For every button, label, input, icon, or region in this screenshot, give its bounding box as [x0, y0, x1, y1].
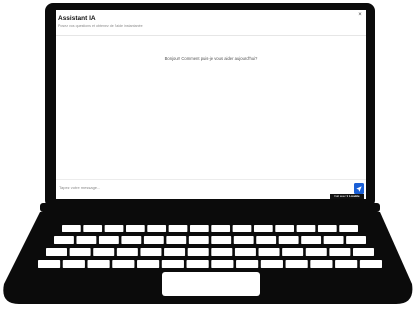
chat-messages: Bonjour! Comment puis-je vous aider aujo… [56, 36, 366, 176]
composer [56, 179, 366, 196]
close-icon: × [358, 12, 362, 18]
keyboard-key [317, 225, 337, 232]
chat-header: Assistant IA Posez vos questions et obte… [56, 10, 366, 36]
assistant-welcome-message: Bonjour! Comment puis-je vous aider aujo… [164, 56, 258, 61]
message-input[interactable] [57, 182, 346, 193]
keyboard-key [186, 260, 209, 268]
keyboard-key [147, 225, 167, 232]
keyboard-key [140, 248, 162, 256]
keyboard-key [323, 236, 344, 244]
keyboard-key [69, 248, 91, 256]
keyboard-key [211, 236, 232, 244]
keyboard-key [137, 260, 160, 268]
keyboard-key [211, 260, 234, 268]
keyboard-key [104, 225, 124, 232]
keyboard-key [116, 248, 138, 256]
keyboard-key [98, 236, 119, 244]
keyboard-key [232, 225, 252, 232]
keyboard-key [234, 248, 256, 256]
keyboard-key [161, 260, 184, 268]
keyboard-key [260, 260, 283, 268]
keyboard-key [143, 236, 164, 244]
keyboard-key [359, 260, 382, 268]
keyboard-key [256, 236, 277, 244]
badge-prefix: Fait avec [334, 194, 346, 198]
keyboard-key [329, 248, 351, 256]
keyboard-key [62, 225, 81, 232]
keyboard-key [38, 260, 61, 268]
keyboard-key [211, 248, 233, 256]
keyboard-key [253, 225, 273, 232]
heart-icon: ♥ [346, 194, 349, 198]
keyboard-key [188, 236, 209, 244]
send-button[interactable] [354, 183, 364, 194]
keyboard-key [339, 225, 358, 232]
send-icon [356, 185, 362, 192]
keyboard-key [211, 225, 231, 232]
keyboard-key [112, 260, 135, 268]
keyboard-key [168, 225, 188, 232]
keyboard-key [236, 260, 259, 268]
keyboard-key [164, 248, 186, 256]
keyboard-key [335, 260, 358, 268]
keyboard-key [275, 225, 295, 232]
keyboard-key [187, 248, 209, 256]
keyboard-key [278, 236, 299, 244]
keyboard-key [282, 248, 304, 256]
keyboard-key [125, 225, 145, 232]
keyboard-key [87, 260, 110, 268]
keyboard-key [352, 248, 374, 256]
keyboard-key [296, 225, 316, 232]
close-button[interactable]: × [356, 11, 364, 19]
keyboard-key [121, 236, 142, 244]
keyboard-key [310, 260, 333, 268]
keyboard-key [258, 248, 280, 256]
hinge [40, 203, 380, 212]
keyboard-key [83, 225, 103, 232]
chat-window: Assistant IA Posez vos questions et obte… [56, 10, 366, 199]
keyboard-key [346, 236, 366, 244]
keyboard-key [46, 248, 68, 256]
app-subtitle: Posez vos questions et obtenez de l'aide… [58, 24, 143, 28]
laptop-device: Assistant IA Posez vos questions et obte… [0, 0, 415, 311]
keyboard-key [62, 260, 85, 268]
keyboard-key [54, 236, 74, 244]
app-title: Assistant IA [58, 15, 96, 22]
keyboard-key [76, 236, 97, 244]
made-with-badge[interactable]: Fait avec ♥ Loveble [330, 194, 364, 199]
badge-brand: Loveble [349, 194, 360, 198]
keyboard-key [301, 236, 322, 244]
keyboard-key [285, 260, 308, 268]
keyboard-key [166, 236, 187, 244]
keyboard-key [93, 248, 115, 256]
trackpad [162, 272, 260, 296]
keyboard-key [233, 236, 254, 244]
keyboard-key [305, 248, 327, 256]
keyboard-key [189, 225, 209, 232]
